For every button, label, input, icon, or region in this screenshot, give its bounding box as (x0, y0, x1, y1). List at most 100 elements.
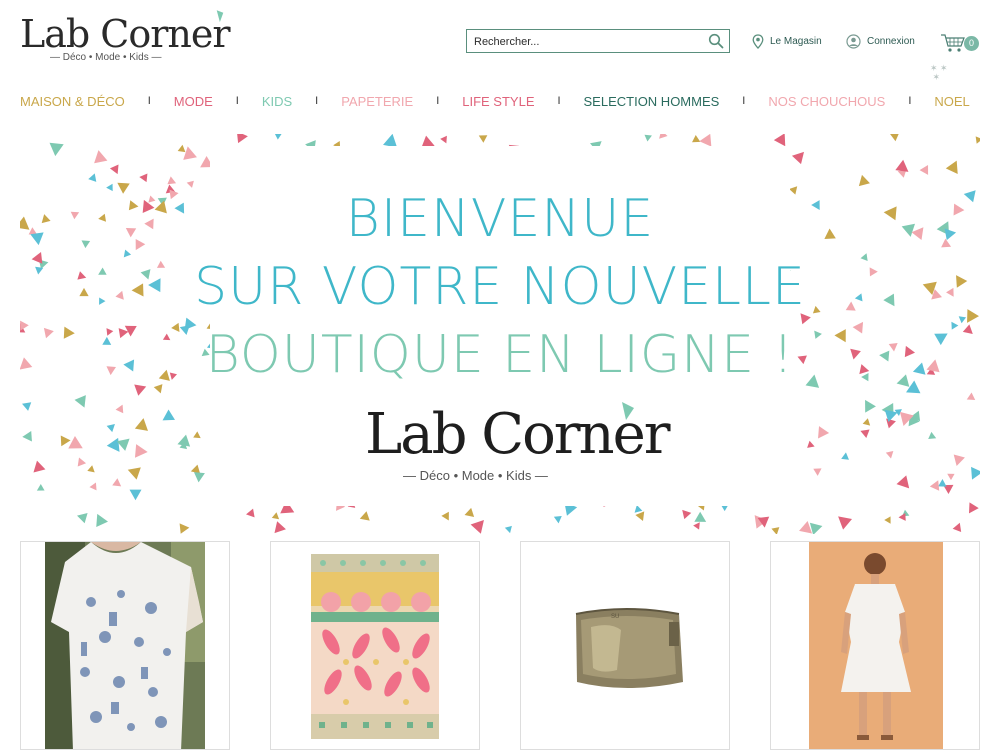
product-image-white-dress (809, 542, 943, 749)
confetti-triangle (106, 423, 115, 433)
confetti-triangle (87, 465, 95, 473)
confetti-triangle (193, 472, 205, 483)
nav-separator: I (235, 95, 239, 107)
confetti-triangle (33, 460, 46, 473)
confetti-triangle (359, 511, 370, 521)
confetti-triangle (440, 135, 447, 144)
search-input[interactable] (472, 33, 706, 51)
nav-item-papeterie[interactable]: PAPETERIE (341, 94, 413, 109)
confetti-triangle (791, 151, 804, 165)
nav-separator: I (147, 95, 151, 107)
confetti-triangle (134, 418, 148, 431)
confetti-triangle (193, 431, 201, 439)
confetti-triangle (246, 508, 255, 518)
confetti-triangle (771, 527, 780, 534)
nav-item-nos-chouchous[interactable]: NOS CHOUCHOUS (768, 94, 885, 109)
banner-line-3: BOUTIQUE EN LIGNE ! (205, 325, 795, 385)
confetti-triangle (975, 136, 980, 144)
product-image-tea-towel (311, 554, 439, 739)
confetti-triangle (89, 482, 97, 491)
confetti-triangle (36, 483, 45, 491)
user-icon (846, 34, 861, 49)
confetti-triangle (77, 513, 88, 524)
confetti-triangle (862, 418, 871, 426)
site-logo[interactable]: Lab Corner — Déco • Mode • Kids — (20, 7, 231, 64)
confetti-triangle (68, 436, 83, 449)
search-icon[interactable] (708, 33, 724, 49)
nav-item-selection-hommes[interactable]: SELECTION HOMMES (584, 94, 720, 109)
confetti-triangle (74, 395, 86, 408)
confetti-triangle (945, 160, 958, 174)
confetti-triangle (888, 134, 901, 142)
confetti-triangle (885, 450, 894, 459)
banner-logo-tagline: — Déco • Mode • Kids — (403, 468, 548, 483)
confetti-triangle (271, 512, 280, 520)
confetti-triangle (478, 135, 488, 143)
nav-item-kids[interactable]: KIDS (262, 94, 292, 109)
nav-item-noel[interactable]: NOEL (934, 94, 969, 109)
confetti-triangle (274, 521, 286, 534)
confetti-triangle (153, 384, 163, 394)
confetti-triangle (129, 489, 142, 501)
confetti-triangle (470, 520, 484, 534)
logo-tagline: — Déco • Mode • Kids — (50, 52, 162, 63)
confetti-triangle (953, 454, 965, 467)
banner-logo-leaf-icon (622, 402, 634, 420)
confetti-triangle (162, 409, 175, 421)
confetti-triangle (692, 134, 701, 143)
confetti-triangle (464, 507, 475, 517)
confetti-triangle (112, 478, 122, 487)
product-card-printed-tshirt[interactable] (20, 541, 230, 750)
product-image-metallic-pouch: SU (575, 608, 683, 688)
logo-wordmark: Lab Corner (20, 12, 231, 56)
confetti-triangle (968, 502, 979, 514)
location-pin-icon (752, 34, 764, 49)
confetti-triangle (177, 144, 186, 153)
nav-separator: I (557, 95, 561, 107)
confetti-triangle (134, 444, 148, 458)
nav-item-life-style[interactable]: LIFE STYLE (462, 94, 534, 109)
banner-line-2: SUR VOTRE NOUVELLE (194, 257, 806, 317)
nav-separator: I (436, 95, 440, 107)
store-link-label: Le Magasin (770, 36, 822, 47)
confetti-triangle (60, 435, 71, 447)
product-card-tea-towel[interactable] (270, 541, 480, 750)
product-card-white-dress[interactable] (770, 541, 980, 750)
welcome-banner[interactable]: BIENVENUE SUR VOTRE NOUVELLE BOUTIQUE EN… (20, 134, 980, 534)
confetti-triangle (860, 429, 870, 439)
confetti-triangle (659, 134, 668, 139)
confetti-triangle (139, 173, 148, 183)
confetti-triangle (865, 399, 876, 413)
confetti-triangle (127, 467, 141, 480)
nav-item-maison-d-co[interactable]: MAISON & DÉCO (20, 94, 125, 109)
confetti-triangle (49, 142, 64, 157)
nav-separator: I (908, 95, 912, 107)
confetti-triangle (818, 426, 830, 439)
store-link[interactable]: Le Magasin (752, 34, 822, 49)
product-image-printed-tshirt (45, 542, 205, 749)
confetti-triangle (947, 473, 955, 481)
search-box (466, 29, 730, 53)
confetti-triangle (644, 134, 652, 142)
confetti-triangle (88, 173, 97, 182)
confetti-triangle (813, 468, 822, 476)
confetti-triangle (22, 402, 32, 411)
confetti-triangle (441, 511, 449, 521)
confetti-triangle (553, 515, 562, 524)
confetti-triangle (858, 174, 870, 187)
confetti-triangle (274, 134, 283, 140)
banner-line-1: BIENVENUE (345, 189, 655, 249)
nav-separator: I (742, 95, 746, 107)
nav-item-mode[interactable]: MODE (174, 94, 213, 109)
confetti-triangle (841, 452, 849, 460)
confetti-triangle (116, 438, 130, 451)
confetti-triangle (938, 479, 947, 487)
login-link[interactable]: Connexion (846, 34, 915, 49)
product-card-metallic-pouch[interactable]: SU (520, 541, 730, 750)
confetti-triangle (896, 475, 910, 489)
shopping-cart-icon[interactable] (940, 33, 966, 53)
confetti-triangle (504, 525, 512, 534)
confetti-triangle (115, 404, 124, 414)
confetti-triangle (838, 516, 853, 530)
confetti-triangle (635, 511, 645, 522)
